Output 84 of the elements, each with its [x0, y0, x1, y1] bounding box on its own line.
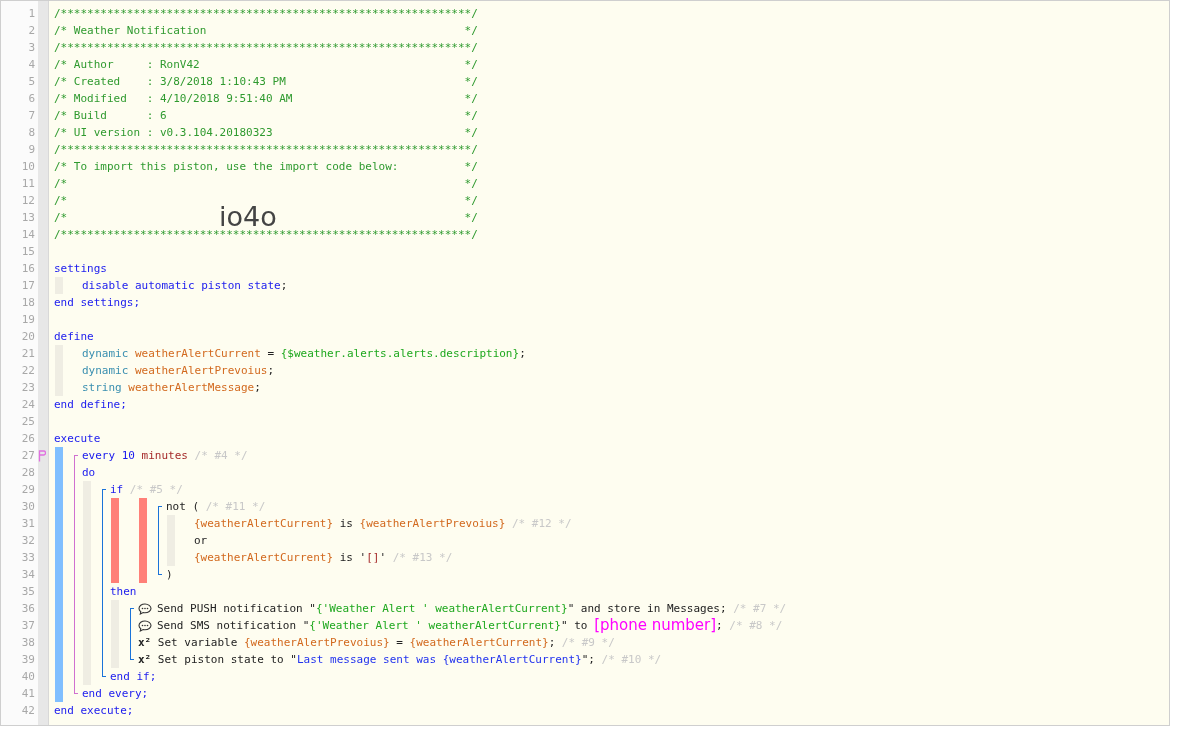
code-text: end if;	[110, 669, 157, 685]
line-number: 21	[20, 347, 35, 360]
code-text: )	[166, 567, 173, 583]
line-number: 42	[20, 704, 35, 717]
code-text: dynamic weatherAlertCurrent = {$weather.alerts.alerts.description};	[82, 346, 526, 362]
comment-end: */	[464, 57, 478, 73]
line-number: 32	[20, 534, 35, 547]
code-text: /* Weather Notification	[54, 23, 207, 39]
code-text: /* Build : 6	[54, 108, 167, 124]
code-text: disable automatic piston state;	[82, 278, 288, 294]
line-number: 34	[20, 568, 35, 581]
line-number: 31	[20, 517, 35, 530]
code-text: /*	[54, 210, 68, 226]
line-number: 8	[27, 126, 35, 139]
line-number: 4	[27, 58, 35, 71]
code-text: execute	[54, 431, 101, 447]
code-text: end settings;	[54, 295, 141, 311]
line-number: 30	[20, 500, 35, 513]
line-number: 17	[20, 279, 35, 292]
comment-end: */	[464, 108, 478, 124]
code-text: then	[110, 584, 137, 600]
code-text: string weatherAlertMessage;	[82, 380, 261, 396]
code-text: /* Modified : 4/10/2018 9:51:40 AM	[54, 91, 293, 107]
code-text: /* Created : 3/8/2018 1:10:43 PM	[54, 74, 286, 90]
line-number: 38	[20, 636, 35, 649]
line-number: 1	[27, 7, 35, 20]
comment-end: */	[464, 176, 478, 192]
code-text: /* To import this piston, use the import code below:	[54, 159, 399, 175]
line-number: 29	[20, 483, 35, 496]
code-text: /**************************************************************/	[54, 6, 478, 22]
code-text: do	[82, 465, 96, 481]
line-number: 26	[20, 432, 35, 445]
line-number: 7	[27, 109, 35, 122]
line-number: 12	[20, 194, 35, 207]
comment-end: */	[464, 159, 478, 175]
line-number: 35	[20, 585, 35, 598]
comment-end: */	[464, 193, 478, 209]
comment-end: */	[464, 74, 478, 90]
comment-end: */	[464, 125, 478, 141]
line-number: 10	[20, 160, 35, 173]
line-number: 18	[20, 296, 35, 309]
speech-bubble-icon	[138, 619, 152, 632]
line-number: 33	[20, 551, 35, 564]
code-text: settings	[54, 261, 107, 277]
line-number: 20	[20, 330, 35, 343]
code-text: /**************************************************************/	[54, 142, 478, 158]
code-text: /**************************************************************/	[54, 40, 478, 56]
line-number: 28	[20, 466, 35, 479]
code-text: end execute;	[54, 703, 134, 719]
code-text: /**************************************************************/	[54, 227, 478, 243]
comment-end: */	[464, 91, 478, 107]
comment-end: */	[464, 210, 478, 226]
code-text: end every;	[82, 686, 149, 702]
code-text: dynamic weatherAlertPrevoius;	[82, 363, 275, 379]
code-text: end define;	[54, 397, 127, 413]
line-number: 14	[20, 228, 35, 241]
speech-bubble-icon	[138, 602, 152, 615]
line-number: 16	[20, 262, 35, 275]
line-number: 11	[20, 177, 35, 190]
code-text: /*	[54, 193, 68, 209]
code-text: define	[54, 329, 94, 345]
comment-end: */	[464, 23, 478, 39]
code-text: or	[194, 533, 208, 549]
code-text: /*	[54, 176, 68, 192]
line-number: 2	[27, 24, 35, 37]
line-number: 39	[20, 653, 35, 666]
line-number: 41	[20, 687, 35, 700]
line-number: 25	[20, 415, 35, 428]
line-number: 40	[20, 670, 35, 683]
line-number: 27	[20, 449, 35, 462]
line-number: 23	[20, 381, 35, 394]
line-number: 5	[27, 75, 35, 88]
code-text: /* Author : RonV42	[54, 57, 200, 73]
line-number: 22	[20, 364, 35, 377]
line-number: 6	[27, 92, 35, 105]
line-number: 3	[27, 41, 35, 54]
line-number: 19	[20, 313, 35, 326]
line-number: 13	[20, 211, 35, 224]
line-number: 24	[20, 398, 35, 411]
line-number: 36	[20, 602, 35, 615]
line-number: 37	[20, 619, 35, 632]
line-number: 15	[20, 245, 35, 258]
line-number: 9	[27, 143, 35, 156]
code-text: /* UI version : v0.3.104.20180323	[54, 125, 273, 141]
